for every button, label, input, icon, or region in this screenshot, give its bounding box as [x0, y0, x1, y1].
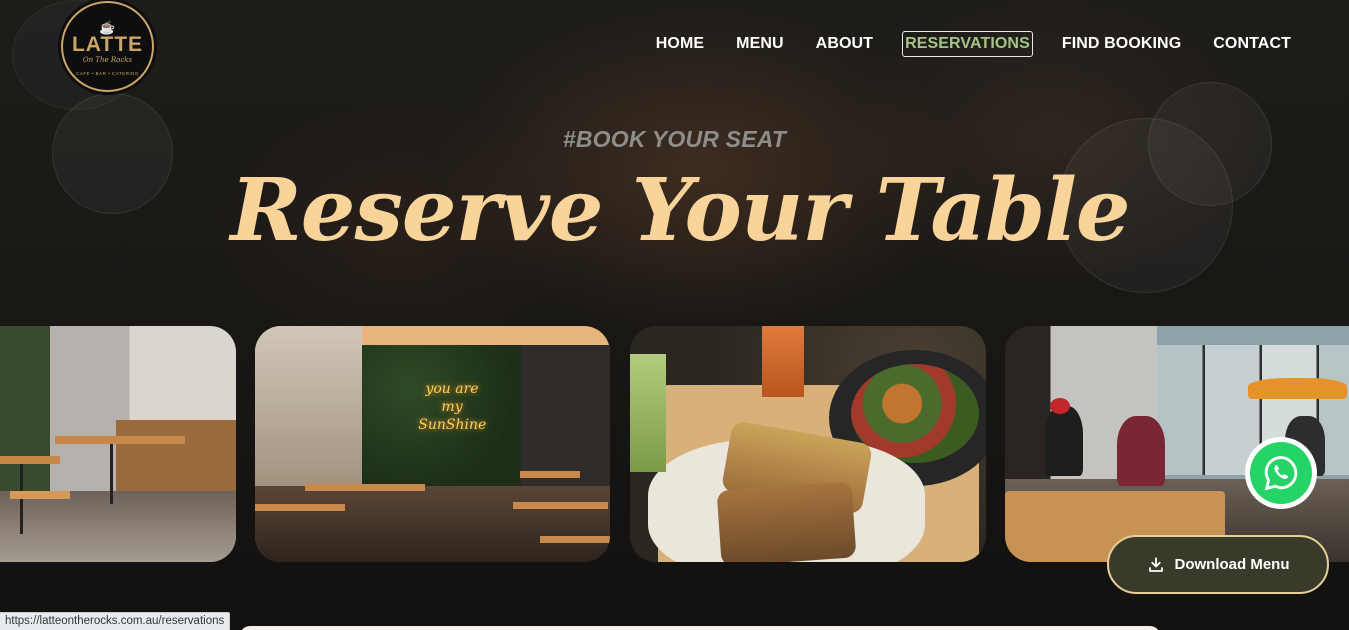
nav-menu[interactable]: MENU: [733, 31, 787, 57]
logo-script: On The Rocks: [82, 55, 133, 64]
download-menu-label: Download Menu: [1174, 556, 1290, 573]
hero-eyebrow: #BOOK YOUR SEAT: [562, 126, 787, 152]
nav-home[interactable]: HOME: [653, 31, 707, 57]
nav-find-booking[interactable]: FIND BOOKING: [1059, 31, 1184, 57]
neon-sign: you are my SunShine: [418, 381, 487, 434]
gallery-photo-interior[interactable]: [0, 326, 236, 562]
logo-tagline: CAFE • BAR • CATERING: [76, 70, 139, 76]
gallery-photo-food[interactable]: [630, 326, 986, 562]
coffee-cup-icon: ☕: [99, 19, 116, 35]
whatsapp-icon: [1264, 456, 1298, 491]
next-section-edge: [240, 626, 1160, 630]
photo-gallery: you are my SunShine: [0, 326, 1349, 562]
download-icon: [1148, 556, 1163, 572]
logo-wordmark: LATTE: [71, 32, 144, 56]
hero-headline: Reserve Your Table: [230, 160, 1130, 261]
site-logo[interactable]: ☕ LATTE On The Rocks CAFE • BAR • CATERI…: [61, 1, 154, 92]
nav-about[interactable]: ABOUT: [813, 31, 876, 57]
gallery-photo-neon-wall[interactable]: you are my SunShine: [255, 326, 610, 562]
download-menu-button[interactable]: Download Menu: [1107, 535, 1329, 594]
nav-contact[interactable]: CONTACT: [1210, 31, 1294, 57]
main-nav: HOME MENU ABOUT RESERVATIONS FIND BOOKIN…: [627, 31, 1294, 57]
nav-reservations[interactable]: RESERVATIONS: [902, 31, 1033, 57]
whatsapp-button[interactable]: [1245, 437, 1317, 509]
browser-status-url: https://latteontherocks.com.au/reservati…: [0, 612, 231, 630]
